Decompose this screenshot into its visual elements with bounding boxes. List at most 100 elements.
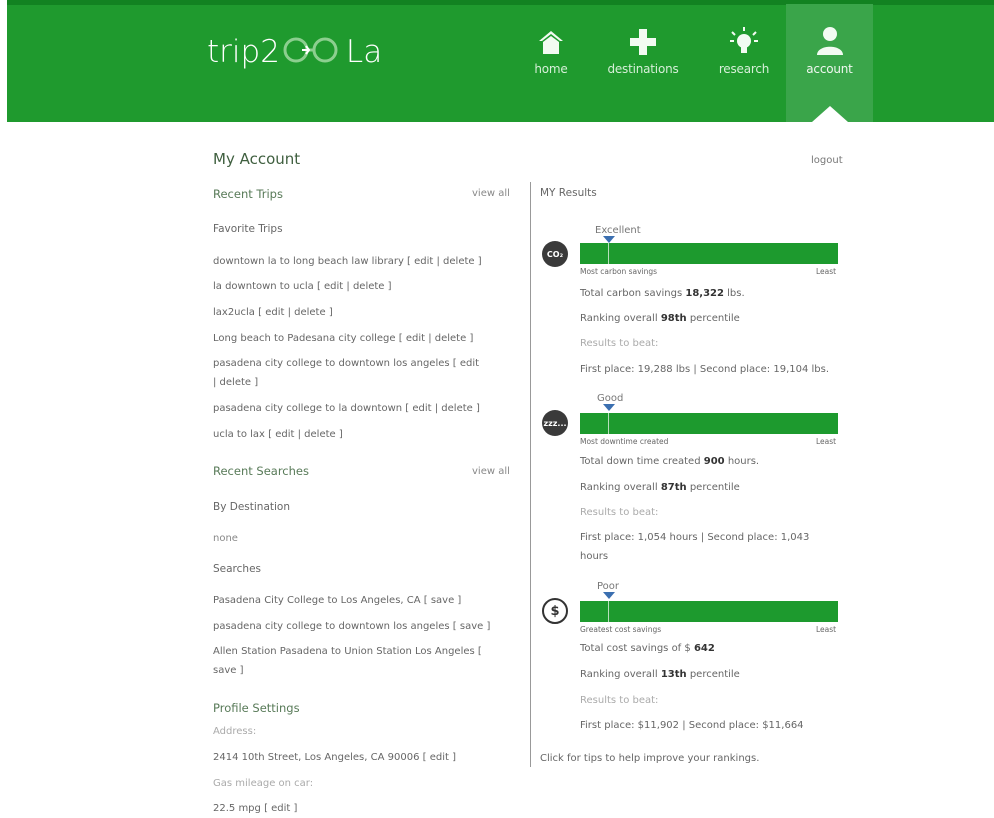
nav-home[interactable]: home bbox=[526, 4, 576, 122]
recent-trips-view-all-link[interactable]: view all bbox=[472, 188, 510, 199]
trip-name[interactable]: downtown la to long beach law library bbox=[213, 256, 404, 267]
searches-label: Searches bbox=[213, 563, 262, 575]
co2-icon: CO₂ bbox=[542, 241, 568, 267]
cost-results-to-beat-label: Results to beat: bbox=[580, 695, 659, 706]
top-header: trip2 La home destinations research acco… bbox=[7, 0, 994, 122]
trip-actions[interactable]: [ edit | delete ] bbox=[407, 256, 482, 267]
carbon-ranking: Ranking overall 98th percentile bbox=[580, 313, 740, 324]
cost-results-to-beat: First place: $11,902 | Second place: $11… bbox=[580, 720, 804, 731]
carbon-total: Total carbon savings 18,322 lbs. bbox=[580, 288, 745, 299]
address-row: 2414 10th Street, Los Angeles, CA 90006 … bbox=[213, 752, 456, 763]
save-search-action[interactable]: [ save ] bbox=[453, 621, 491, 632]
downtime-total: Total down time created 900 hours. bbox=[580, 456, 760, 467]
carbon-level-label: Excellent bbox=[595, 225, 641, 236]
search-item[interactable]: pasadena city college to downtown los an… bbox=[213, 621, 490, 632]
cost-scale-right: Least bbox=[816, 625, 837, 634]
downtime-results-to-beat: First place: 1,054 hours | Second place:… bbox=[580, 532, 810, 562]
trip-name[interactable]: Long beach to Padesana city college bbox=[213, 333, 396, 344]
user-icon bbox=[816, 24, 844, 56]
plus-icon bbox=[629, 24, 657, 56]
cost-ranking-bar bbox=[580, 601, 838, 622]
carbon-scale-left: Most carbon savings bbox=[580, 267, 658, 276]
trip-item[interactable]: pasadena city college to la downtown [ e… bbox=[213, 403, 480, 414]
sleep-icon: zzz... bbox=[542, 410, 568, 436]
downtime-level-label: Good bbox=[597, 393, 624, 404]
downtime-ranking: Ranking overall 87th percentile bbox=[580, 482, 740, 493]
gas-mileage-row: 22.5 mpg [ edit ] bbox=[213, 803, 297, 814]
page-title: My Account bbox=[213, 150, 301, 168]
active-tab-indicator bbox=[812, 106, 848, 122]
search-item[interactable]: Pasadena City College to Los Angeles, CA… bbox=[213, 595, 461, 606]
cost-ranking: Ranking overall 13th percentile bbox=[580, 669, 740, 680]
recent-searches-view-all-link[interactable]: view all bbox=[472, 466, 510, 477]
trip-name[interactable]: la downtown to ucla bbox=[213, 281, 314, 292]
cost-total-value: 642 bbox=[693, 643, 715, 654]
trip-actions[interactable]: [ edit | delete ] bbox=[258, 307, 333, 318]
logo-text-prefix: trip2 bbox=[207, 34, 280, 70]
trip-item[interactable]: lax2ucla [ edit | delete ] bbox=[213, 307, 333, 318]
trip-item[interactable]: pasadena city college to downtown los an… bbox=[213, 354, 483, 392]
search-text[interactable]: Allen Station Pasadena to Union Station … bbox=[213, 646, 475, 657]
column-divider bbox=[530, 182, 531, 767]
nav-account-label: account bbox=[806, 62, 853, 76]
recent-searches-heading: Recent Searches bbox=[213, 464, 309, 478]
lightbulb-icon bbox=[729, 24, 759, 56]
trip-name[interactable]: ucla to lax bbox=[213, 429, 265, 440]
trip-actions[interactable]: [ edit | delete ] bbox=[268, 429, 343, 440]
address-value: 2414 10th Street, Los Angeles, CA 90006 bbox=[213, 752, 420, 763]
carbon-ranking-value: 98th bbox=[660, 313, 687, 324]
trip-actions[interactable]: [ edit | delete ] bbox=[399, 333, 474, 344]
trip-item[interactable]: ucla to lax [ edit | delete ] bbox=[213, 429, 343, 440]
search-text[interactable]: Pasadena City College to Los Angeles, CA bbox=[213, 595, 421, 606]
tips-link[interactable]: Click for tips to help improve your rank… bbox=[540, 753, 759, 764]
cost-level-label: Poor bbox=[597, 581, 620, 592]
downtime-ranking-value: 87th bbox=[660, 482, 687, 493]
trip-name[interactable]: lax2ucla bbox=[213, 307, 255, 318]
carbon-results-to-beat: First place: 19,288 lbs | Second place: … bbox=[580, 364, 830, 375]
carbon-level-pointer bbox=[603, 236, 615, 243]
nav-home-label: home bbox=[534, 62, 568, 76]
carbon-scale-right: Least bbox=[816, 267, 837, 276]
downtime-results-to-beat-label: Results to beat: bbox=[580, 507, 659, 518]
gas-mileage-edit-link[interactable]: [ edit ] bbox=[264, 803, 297, 814]
carbon-total-value: 18,322 bbox=[685, 288, 724, 299]
trip-name[interactable]: pasadena city college to downtown los an… bbox=[213, 358, 450, 369]
address-label: Address: bbox=[213, 726, 257, 737]
carbon-results-to-beat-label: Results to beat: bbox=[580, 338, 659, 349]
downtime-level-pointer bbox=[603, 404, 615, 411]
trip-name[interactable]: pasadena city college to la downtown bbox=[213, 403, 402, 414]
trip-item[interactable]: downtown la to long beach law library [ … bbox=[213, 256, 482, 267]
nav-research[interactable]: research bbox=[712, 4, 776, 122]
recent-trips-heading: Recent Trips bbox=[213, 187, 283, 201]
trip-item[interactable]: Long beach to Padesana city college [ ed… bbox=[213, 333, 473, 344]
address-edit-link[interactable]: [ edit ] bbox=[423, 752, 456, 763]
nav-research-label: research bbox=[718, 62, 770, 76]
cost-ranking-marker bbox=[608, 601, 610, 622]
save-search-action[interactable]: [ save ] bbox=[424, 595, 462, 606]
downtime-scale-right: Least bbox=[816, 437, 837, 446]
cost-total: Total cost savings of $ 642 bbox=[580, 643, 715, 654]
by-destination-label: By Destination bbox=[213, 501, 291, 513]
gas-mileage-label: Gas mileage on car: bbox=[213, 778, 314, 789]
search-item[interactable]: Allen Station Pasadena to Union Station … bbox=[213, 642, 498, 680]
downtime-scale-left: Most downtime created bbox=[580, 437, 669, 446]
nav-account[interactable]: account bbox=[786, 4, 873, 122]
site-logo[interactable]: trip2 La bbox=[207, 34, 382, 73]
search-text[interactable]: pasadena city college to downtown los an… bbox=[213, 621, 450, 632]
cost-ranking-value: 13th bbox=[660, 669, 687, 680]
cost-scale-left: Greatest cost savings bbox=[580, 625, 662, 634]
gas-mileage-value: 22.5 mpg bbox=[213, 803, 261, 814]
cost-level-pointer bbox=[603, 592, 615, 599]
trip-item[interactable]: la downtown to ucla [ edit | delete ] bbox=[213, 281, 392, 292]
favorite-trips-label: Favorite Trips bbox=[213, 223, 283, 235]
trip-actions[interactable]: [ edit | delete ] bbox=[405, 403, 480, 414]
logout-link[interactable]: logout bbox=[811, 155, 843, 166]
downtime-total-value: 900 bbox=[703, 456, 725, 467]
nav-destinations[interactable]: destinations bbox=[602, 4, 684, 122]
dollar-icon: $ bbox=[542, 598, 568, 624]
trip-actions[interactable]: [ edit | delete ] bbox=[317, 281, 392, 292]
profile-settings-heading: Profile Settings bbox=[213, 701, 300, 715]
downtime-ranking-marker bbox=[608, 413, 610, 434]
by-destination-value: none bbox=[213, 533, 238, 544]
go-loop-logo-mark bbox=[280, 35, 346, 73]
